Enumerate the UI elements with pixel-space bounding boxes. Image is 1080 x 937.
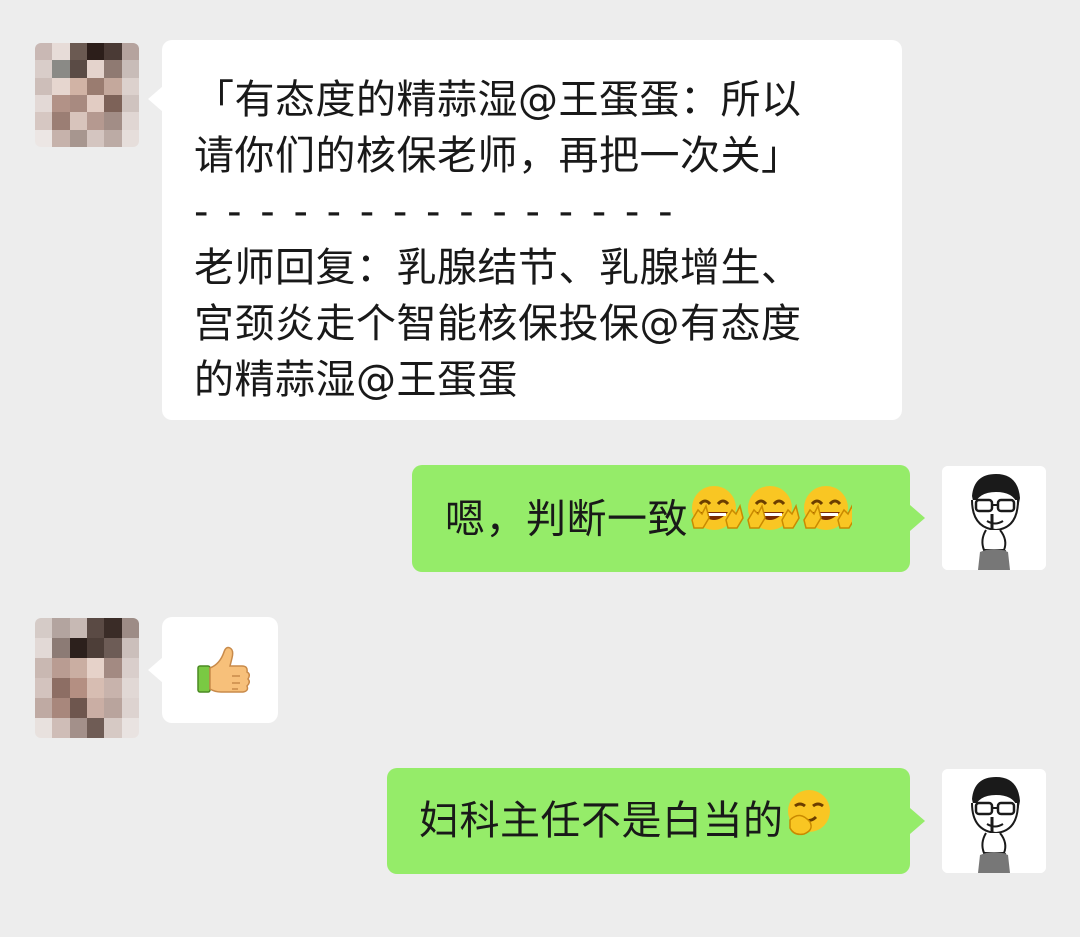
reply-line-2: 宫颈炎走个智能核保投保@有态度 <box>194 301 802 347</box>
message-bubble-incoming[interactable]: 「有态度的精蒜湿@王蛋蛋：所以 请你们的核保老师，再把一次关」 - - - - … <box>162 40 902 420</box>
message-bubble-incoming[interactable] <box>162 617 278 723</box>
message-text-line: 妇科主任不是白当的 <box>419 789 910 853</box>
smirk-emoji <box>784 786 834 853</box>
quote-divider: - - - - - - - - - - - - - - - <box>194 189 676 235</box>
cartoon-man-avatar-icon <box>942 769 1046 873</box>
message-bubble-outgoing[interactable]: 嗯，判断一致 <box>412 465 910 572</box>
message-text: 嗯，判断一致 <box>445 496 688 543</box>
cartoon-man-avatar-icon <box>942 466 1046 570</box>
blurred-avatar-image <box>35 618 139 738</box>
thumbs-up-emoji <box>197 646 250 693</box>
quote-line-1: 「有态度的精蒜湿@王蛋蛋：所以 <box>194 77 802 123</box>
self-avatar[interactable] <box>942 466 1046 570</box>
contact-avatar[interactable] <box>35 43 139 147</box>
bubble-tail <box>148 657 163 683</box>
blurred-avatar-image <box>35 43 139 147</box>
quote-line-2: 请你们的核保老师，再把一次关」 <box>194 133 802 179</box>
grin-peace-emoji <box>688 482 856 553</box>
bubble-tail <box>148 86 163 112</box>
message-bubble-outgoing[interactable]: 妇科主任不是白当的 <box>387 768 910 874</box>
reply-line-3: 的精蒜湿@王蛋蛋 <box>194 357 518 403</box>
message-text: 妇科主任不是白当的 <box>419 798 784 844</box>
bubble-tail <box>910 808 925 834</box>
self-avatar[interactable] <box>942 769 1046 873</box>
bubble-tail <box>910 505 925 531</box>
message-text-line: 嗯，判断一致 <box>445 486 910 553</box>
reply-line-1: 老师回复：乳腺结节、乳腺增生、 <box>194 245 802 291</box>
contact-avatar[interactable] <box>35 618 139 738</box>
